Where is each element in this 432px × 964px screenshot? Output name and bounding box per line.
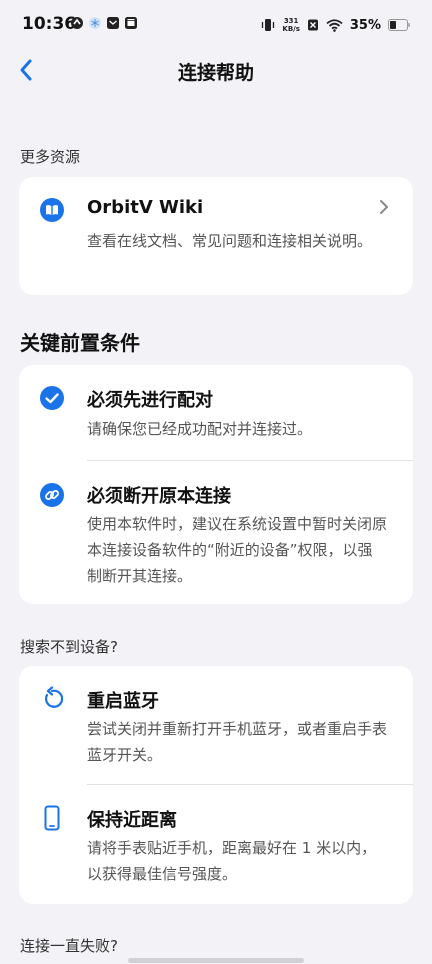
- calendar-notification-icon: [125, 17, 137, 29]
- status-time: 10:36: [22, 14, 77, 34]
- section-title-resources: 更多资源: [20, 148, 81, 166]
- list-item-restart-bluetooth: 重启蓝牙 尝试关闭并重新打开手机蓝牙，或者重启手表蓝牙开关。: [19, 666, 413, 784]
- chevron-right-icon: [380, 200, 388, 214]
- list-item-pairing: 必须先进行配对 请确保您已经成功配对并连接过。: [19, 365, 413, 461]
- phone-icon: [44, 805, 60, 831]
- link-circle-icon: [40, 483, 64, 507]
- item-title: 保持近距离: [87, 810, 177, 831]
- list-item-disconnect: 必须断开原本连接 使用本软件时，建议在系统设置中暂时关闭原本连接设备软件的“附近…: [19, 461, 413, 604]
- item-title: 重启蓝牙: [87, 691, 159, 712]
- wifi-icon: [326, 18, 343, 32]
- battery-icon: [388, 19, 410, 31]
- section-title-not-found: 搜索不到设备?: [20, 638, 118, 656]
- home-indicator[interactable]: [128, 958, 304, 963]
- network-speed: 331 KB/s: [282, 17, 300, 33]
- list-item-keep-close: 保持近距离 请将手表贴近手机，距离最好在 1 米以内，以获得最佳信号强度。: [19, 785, 413, 904]
- section-title-prerequisites: 关键前置条件: [20, 331, 140, 355]
- item-title: 必须断开原本连接: [87, 486, 231, 507]
- book-icon: [40, 198, 64, 222]
- item-description: 使用本软件时，建议在系统设置中暂时关闭原本连接设备软件的“附近的设备”权限，以强…: [87, 515, 388, 585]
- item-description: 尝试关闭并重新打开手机蓝牙，或者重启手表蓝牙开关。: [87, 720, 388, 764]
- status-bar: 10:36 331 KB/s 35%: [0, 0, 432, 50]
- page-title: 连接帮助: [177, 62, 254, 84]
- wiki-card[interactable]: OrbitV Wiki 查看在线文档、常见问题和连接相关说明。: [19, 177, 413, 295]
- prerequisites-card: 必须先进行配对 请确保您已经成功配对并连接过。 必须断开原本连接 使用本软件时，…: [19, 365, 413, 604]
- status-right: 331 KB/s 35%: [261, 14, 410, 36]
- header: 连接帮助: [0, 50, 432, 90]
- sync-notification-icon: [71, 17, 83, 29]
- item-description: 请确保您已经成功配对并连接过。: [87, 420, 313, 438]
- check-circle-icon: [40, 386, 64, 410]
- item-description: 请将手表贴近手机，距离最好在 1 米以内，以获得最佳信号强度。: [87, 839, 377, 883]
- section-title-connection-failed: 连接一直失败?: [20, 937, 118, 955]
- battery-percent: 35%: [349, 17, 381, 33]
- mail-notification-icon: [107, 17, 119, 29]
- vibrate-icon: [262, 19, 275, 31]
- wiki-description: 查看在线文档、常见问题和连接相关说明。: [87, 232, 373, 250]
- not-found-card: 重启蓝牙 尝试关闭并重新打开手机蓝牙，或者重启手表蓝牙开关。 保持近距离 请将手…: [19, 666, 413, 904]
- item-title: 必须先进行配对: [87, 390, 213, 411]
- snowflake-notification-icon: [89, 17, 101, 29]
- wiki-title: OrbitV Wiki: [87, 197, 204, 218]
- no-sim-icon: [307, 19, 318, 31]
- restart-icon: [45, 686, 64, 708]
